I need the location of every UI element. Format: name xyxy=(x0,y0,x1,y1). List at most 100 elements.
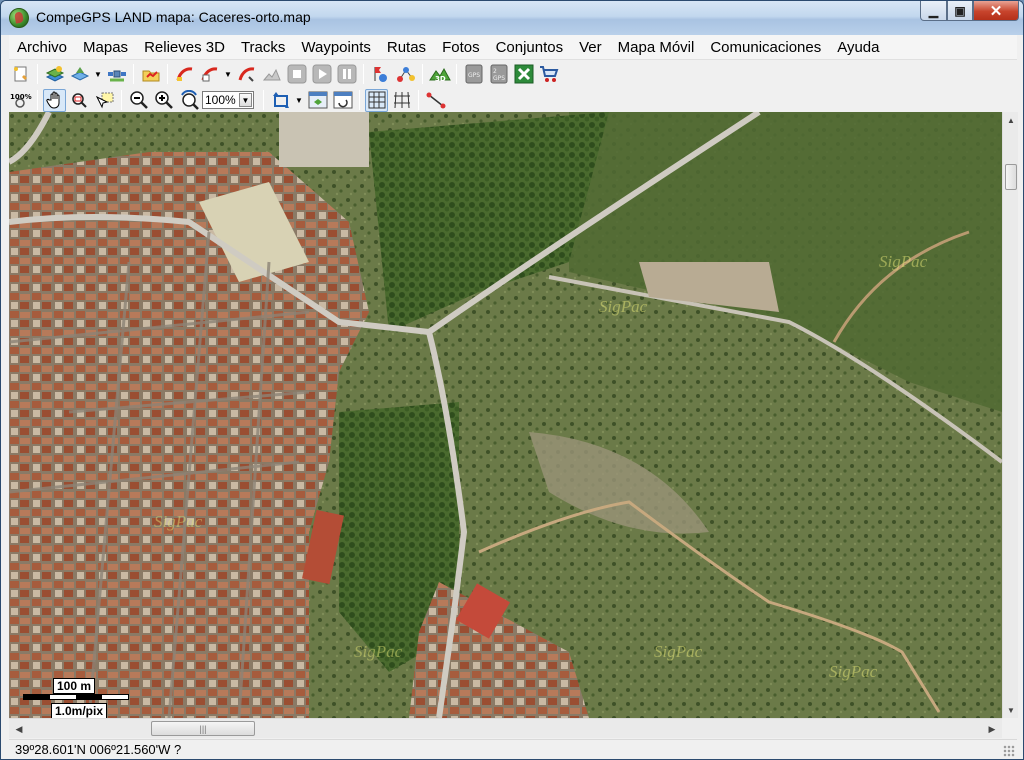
svg-text:GPS: GPS xyxy=(493,75,505,82)
waypoints-button[interactable] xyxy=(369,63,392,86)
overview-window-icon xyxy=(308,91,327,109)
menu-mapas[interactable]: Mapas xyxy=(75,39,136,56)
globe-app-icon[interactable] xyxy=(9,8,29,28)
horizontal-scrollbar[interactable]: ◀ ||| ▶ xyxy=(9,718,1002,738)
menu-mapa-movil[interactable]: Mapa Móvil xyxy=(610,39,703,56)
gps-connect-button[interactable]: GPS xyxy=(462,63,485,86)
menu-tracks[interactable]: Tracks xyxy=(233,39,293,56)
scroll-left-icon[interactable]: ◀ xyxy=(11,721,27,737)
menu-waypoints[interactable]: Waypoints xyxy=(293,39,378,56)
measure-distance-button[interactable] xyxy=(424,89,447,112)
new-map-button[interactable] xyxy=(9,63,32,86)
cursor-coordinates: 39º28.601'N 006º21.560'W ? xyxy=(15,742,182,757)
track-edit-button[interactable] xyxy=(198,63,221,86)
scale-ruler xyxy=(23,694,129,700)
overview-map-button[interactable] xyxy=(306,89,329,112)
rotate-dropdown-arrow[interactable]: ▼ xyxy=(294,89,304,112)
toolbar-separator xyxy=(133,64,134,84)
menu-fotos[interactable]: Fotos xyxy=(434,39,488,56)
toolbar-separator xyxy=(121,90,122,110)
resize-grip-icon[interactable] xyxy=(1003,745,1015,757)
grid-toggle-button[interactable] xyxy=(365,88,388,112)
menu-ayuda[interactable]: Ayuda xyxy=(829,39,887,56)
utm-grid-button[interactable] xyxy=(390,89,413,112)
vertical-scrollbar[interactable]: ▲ ▼ xyxy=(1002,112,1018,718)
menu-comunicaciones[interactable]: Comunicaciones xyxy=(702,39,829,56)
svg-text:3D: 3D xyxy=(435,75,446,83)
measure-ruler-icon xyxy=(426,92,445,109)
vertical-scroll-thumb[interactable] xyxy=(1005,164,1017,190)
relief-3d-button[interactable]: 3D xyxy=(428,63,451,86)
shop-button[interactable] xyxy=(537,63,560,86)
menu-relieves-3d[interactable]: Relieves 3D xyxy=(136,39,233,56)
horizontal-scroll-thumb[interactable]: ||| xyxy=(151,721,255,736)
open-track-button[interactable] xyxy=(139,63,162,86)
orthophoto-map: SigPac SigPac SigPac SigPac SigPac SigPa… xyxy=(9,112,1002,718)
playback-play-button[interactable] xyxy=(310,63,333,86)
track-dropdown-arrow[interactable]: ▼ xyxy=(223,63,233,86)
magnifier-rect-icon xyxy=(71,93,87,108)
menu-conjuntos[interactable]: Conjuntos xyxy=(488,39,572,56)
svg-text:2: 2 xyxy=(493,68,497,75)
elevation-profile-icon xyxy=(262,68,281,81)
routes-button[interactable] xyxy=(394,63,417,86)
toolbar-separator xyxy=(363,64,364,84)
gps-transfer-button[interactable]: 2 GPS xyxy=(487,63,510,86)
playback-stop-button[interactable] xyxy=(285,63,308,86)
maximize-button[interactable]: ▣ xyxy=(947,1,973,21)
map-dropdown-arrow[interactable]: ▼ xyxy=(93,63,103,86)
hand-icon xyxy=(45,91,59,109)
menu-rutas[interactable]: Rutas xyxy=(379,39,434,56)
status-bar: 39º28.601'N 006º21.560'W ? xyxy=(9,739,1017,759)
title-bar[interactable]: CompeGPS LAND mapa: Caceres-orto.map ▁ ▣… xyxy=(1,1,1023,35)
map-scale-bar: 100 m 1.0m/pix xyxy=(23,678,133,718)
zoom-level-select[interactable]: 100% ▼ xyxy=(202,91,254,109)
map-pin-icon xyxy=(70,67,89,81)
scroll-up-icon[interactable]: ▲ xyxy=(1003,112,1019,128)
zoom-window-button[interactable] xyxy=(68,89,91,112)
close-button[interactable]: ✕ xyxy=(973,1,1019,21)
svg-text:GPS: GPS xyxy=(468,72,480,79)
pause-icon xyxy=(337,64,356,84)
play-icon xyxy=(312,64,331,84)
map-list-button[interactable] xyxy=(105,63,128,86)
zoom-in-icon xyxy=(154,91,173,109)
menu-ver[interactable]: Ver xyxy=(571,39,610,56)
stop-icon xyxy=(287,64,306,84)
track-draw-icon xyxy=(238,67,254,82)
app-window: CompeGPS LAND mapa: Caceres-orto.map ▁ ▣… xyxy=(0,0,1024,760)
track-new-button[interactable] xyxy=(173,63,196,86)
select-area-button[interactable] xyxy=(93,89,116,112)
zoom-out-button[interactable] xyxy=(127,89,150,112)
track-folder-icon xyxy=(142,70,159,82)
track-profile-button[interactable] xyxy=(260,63,283,86)
chevron-down-icon[interactable]: ▼ xyxy=(239,93,252,107)
map-view[interactable]: SigPac SigPac SigPac SigPac SigPac SigPa… xyxy=(9,112,1002,718)
track-draw-button[interactable] xyxy=(235,63,258,86)
rotate-arrows-icon xyxy=(272,92,289,108)
track-curve-icon xyxy=(176,67,192,81)
playback-pause-button[interactable] xyxy=(335,63,358,86)
refresh-view-button[interactable] xyxy=(331,89,354,112)
export-excel-button[interactable] xyxy=(512,63,535,86)
open-map-button[interactable] xyxy=(43,63,66,86)
menu-archivo[interactable]: Archivo xyxy=(9,39,75,56)
scroll-right-icon[interactable]: ▶ xyxy=(984,721,1000,737)
scroll-down-icon[interactable]: ▼ xyxy=(1003,702,1019,718)
toolbar-separator xyxy=(359,90,360,110)
sigpac-watermark: SigPac xyxy=(599,297,648,316)
zoom-refresh-button[interactable] xyxy=(177,89,200,112)
map-properties-button[interactable] xyxy=(68,63,91,86)
pan-hand-button[interactable] xyxy=(43,88,66,112)
zoom-100-button[interactable]: 100% xyxy=(9,89,32,112)
refresh-window-icon xyxy=(333,91,352,109)
track-edit-icon xyxy=(201,67,217,82)
zoom-in-button[interactable] xyxy=(152,89,175,112)
zoom-refresh-icon xyxy=(180,90,199,110)
satellite-icon xyxy=(107,70,126,82)
minimize-button[interactable]: ▁ xyxy=(920,1,947,21)
window-title: CompeGPS LAND mapa: Caceres-orto.map xyxy=(36,9,311,25)
toolbar-separator xyxy=(167,64,168,84)
main-toolbar: ▼ ▼ 3D GPS 2 GPS xyxy=(9,61,1017,87)
rotate-map-button[interactable] xyxy=(269,89,292,112)
